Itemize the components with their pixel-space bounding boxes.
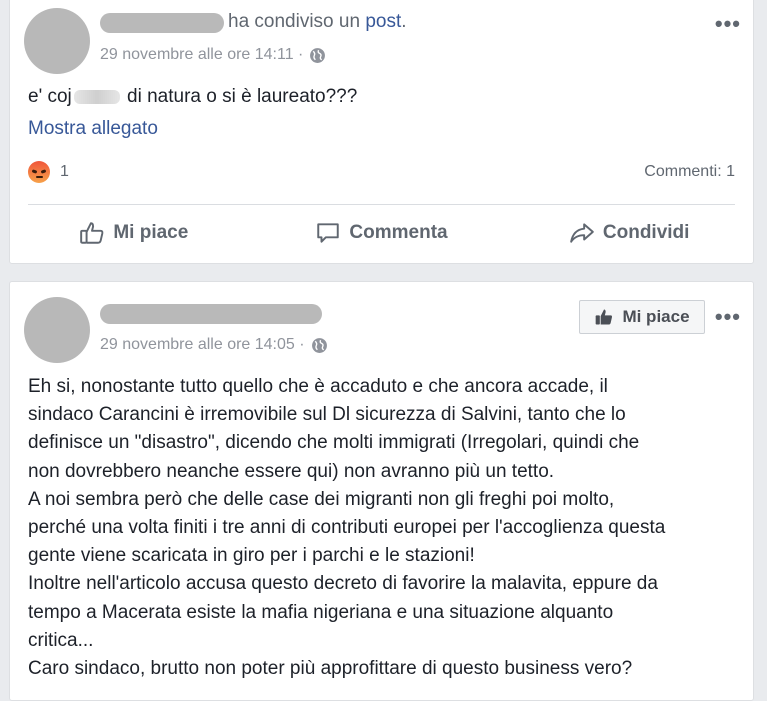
shared-prefix: ha condiviso un: [228, 11, 366, 32]
post-line: non dovrebbero neanche essere qui) non a…: [28, 460, 555, 482]
shared-post-card: ha condiviso un post. 29 novembre alle o…: [9, 0, 754, 264]
more-options-icon[interactable]: •••: [715, 306, 741, 328]
post-line: Eh si, nonostante tutto quello che è acc…: [28, 376, 608, 397]
thumbs-up-icon: [80, 222, 104, 244]
post-timestamp[interactable]: 29 novembre alle ore 14:05 ·: [100, 336, 328, 354]
post-text-end: di natura o si è laureato???: [121, 86, 358, 107]
more-options-icon[interactable]: •••: [715, 13, 741, 35]
post-text: Eh si, nonostante tutto quello che è acc…: [28, 373, 665, 683]
post-line: definisce un "disastro", dicendo che mol…: [28, 432, 640, 454]
divider: [28, 204, 735, 205]
post-actions: Mi piace Commenta Condividi: [10, 213, 753, 253]
post-line: A noi sembra però che delle case dei mig…: [28, 488, 615, 510]
share-button[interactable]: Condividi: [505, 213, 753, 253]
avatar[interactable]: [24, 8, 90, 74]
post-text: e' coj di natura o si è laureato???: [28, 83, 357, 111]
like-page-label: Mi piace: [622, 307, 690, 326]
comment-label: Commenta: [349, 222, 448, 243]
redacted-page-name[interactable]: [100, 304, 322, 324]
like-button[interactable]: Mi piace: [10, 213, 258, 253]
globe-icon: [310, 47, 326, 63]
post-line: perché una volta finiti i tre anni di co…: [28, 517, 666, 539]
comment-icon: [317, 223, 340, 243]
redacted-username[interactable]: [100, 13, 224, 33]
reaction-count: 1: [60, 163, 69, 180]
comment-button[interactable]: Commenta: [258, 213, 506, 253]
show-attachment-link[interactable]: Mostra allegato: [28, 115, 158, 143]
post-line: Caro sindaco, brutto non poter più appro…: [28, 658, 633, 680]
share-icon: [570, 223, 594, 243]
post-line: critica...: [28, 629, 94, 651]
shared-suffix: .: [401, 11, 407, 32]
redacted-word: [73, 89, 120, 104]
avatar[interactable]: [24, 297, 90, 363]
like-page-button[interactable]: Mi piace: [579, 300, 705, 334]
timestamp-text: 29 novembre alle ore 14:11 ·: [100, 46, 304, 63]
page-post-card: 29 novembre alle ore 14:05 · Mi piace ••…: [9, 281, 754, 701]
thumbs-up-icon: [596, 309, 613, 325]
post-line: sindaco Carancini è irremovibile sul Dl …: [28, 404, 626, 426]
shared-post-header: ha condiviso un post.: [228, 11, 407, 33]
like-label: Mi piace: [113, 222, 189, 243]
post-line: tempo a Macerata esiste la mafia nigeria…: [28, 601, 614, 623]
post-timestamp[interactable]: 29 novembre alle ore 14:11 ·: [100, 46, 326, 64]
globe-icon: [311, 337, 327, 353]
angry-reaction-icon: [28, 161, 50, 183]
reaction-summary[interactable]: 1: [28, 161, 69, 183]
share-label: Condividi: [602, 222, 690, 243]
post-line: gente viene scaricata in giro per i parc…: [28, 545, 475, 567]
post-text-start: e' coj: [28, 86, 72, 107]
comments-count[interactable]: Commenti: 1: [644, 163, 735, 181]
timestamp-text: 29 novembre alle ore 14:05 ·: [100, 336, 305, 353]
post-line: Inoltre nell'articolo accusa questo decr…: [28, 573, 658, 595]
post-link[interactable]: post: [365, 11, 401, 32]
